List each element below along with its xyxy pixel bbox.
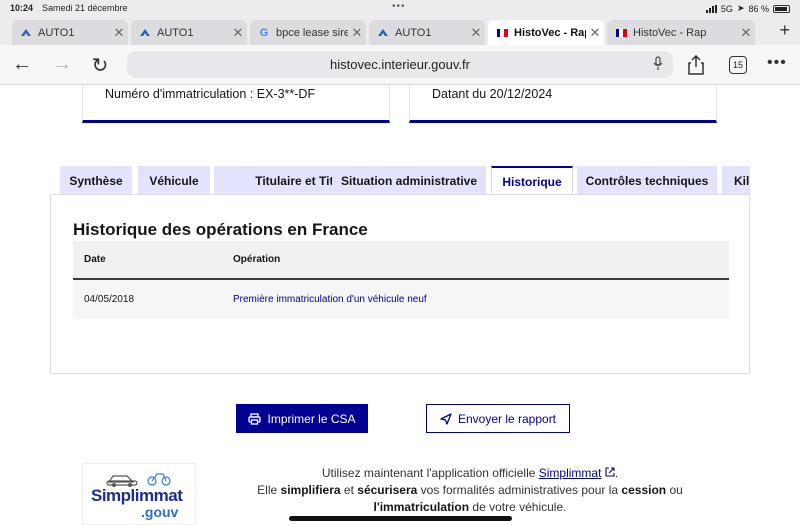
print-csa-button[interactable]: Imprimer le CSA [236, 404, 368, 433]
promo-text: Utilisez maintenant l'application offici… [321, 466, 536, 480]
browser-tab-title: AUTO1 [395, 26, 432, 39]
registration-card: Numéro d'immatriculation : EX-3**-DF [82, 85, 390, 123]
french-flag-icon [496, 27, 508, 39]
signal-icon [705, 4, 717, 13]
promo-emphasis: cession [621, 483, 667, 497]
column-date: Date [84, 254, 106, 265]
tab-kilometrage[interactable]: Kil [722, 166, 750, 195]
auto1-icon [377, 27, 389, 39]
browser-toolbar: ← → ↻ histovec.interieur.gouv.fr 15 ••• [0, 45, 800, 85]
new-tab-icon[interactable]: + [779, 20, 790, 41]
battery-label: 86 % [748, 3, 769, 14]
row-date: 04/05/2018 [84, 294, 135, 305]
close-icon[interactable]: ✕ [110, 25, 128, 41]
history-panel: Historique des opérations en France Date… [50, 194, 750, 374]
google-icon: G [259, 26, 269, 39]
simplimmat-promo: Utilisez maintenant l'application offici… [220, 465, 720, 516]
simplimmat-link[interactable]: Simplimmat [539, 466, 602, 480]
browser-tab[interactable]: G bpce lease sire ✕ [250, 20, 366, 45]
printer-icon [248, 412, 262, 425]
status-date: Samedi 21 décembre [42, 3, 128, 13]
address-bar[interactable]: histovec.interieur.gouv.fr [127, 51, 673, 78]
forward-arrow-icon[interactable]: → [50, 53, 74, 76]
browser-tab-title: HistoVec - Rap [633, 26, 707, 39]
table-header: Date Opération [73, 241, 729, 280]
back-arrow-icon[interactable]: ← [10, 53, 34, 76]
send-icon [440, 412, 452, 425]
promo-text: Elle [257, 483, 278, 497]
location-icon: ➤ [736, 3, 745, 13]
external-link-icon[interactable] [605, 467, 615, 477]
row-operation: Première immatriculation d'un véhicule n… [233, 294, 427, 305]
network-label: 5G [720, 3, 733, 14]
promo-text: et [343, 483, 354, 497]
browser-tab-title: bpce lease sire [276, 26, 348, 39]
status-time: 10:24 [10, 3, 34, 13]
browser-tab[interactable]: AUTO1 ✕ [131, 20, 247, 45]
browser-tab-title: HistoVec - Rap [514, 26, 586, 39]
browser-tab-strip: AUTO1 ✕ AUTO1 ✕ G bpce lease sire ✕ AUTO… [0, 17, 800, 45]
promo-text: de votre véhicule. [472, 500, 567, 514]
close-icon[interactable]: ✕ [467, 25, 485, 41]
microphone-icon[interactable] [653, 56, 663, 72]
close-icon[interactable]: ✕ [229, 25, 247, 41]
french-flag-icon [615, 27, 627, 39]
auto1-icon [139, 27, 151, 39]
browser-tab[interactable]: HistoVec - Rap ✕ [607, 20, 755, 45]
tab-vehicule[interactable]: Véhicule [138, 166, 210, 195]
reload-icon[interactable]: ↻ [88, 53, 112, 78]
auto1-icon [20, 27, 32, 39]
url-text: histovec.interieur.gouv.fr [330, 57, 470, 72]
history-table: Date Opération 04/05/2018 Première immat… [73, 241, 729, 319]
column-operation: Opération [233, 254, 281, 265]
more-icon[interactable]: ••• [767, 54, 787, 72]
promo-text: . [614, 466, 619, 480]
registration-number: Numéro d'immatriculation : EX-3**-DF [105, 87, 316, 101]
multitasking-dots-icon[interactable]: ••• [392, 1, 406, 12]
promo-emphasis: sécurisera [357, 483, 418, 497]
tab-historique[interactable]: Historique [491, 166, 573, 195]
report-tabs: Synthèse Véhicule Titulaire et Titre Sit… [60, 166, 750, 195]
browser-tab-title: AUTO1 [38, 26, 75, 39]
browser-tab[interactable]: AUTO1 ✕ [369, 20, 485, 45]
promo-emphasis: simplifiera [280, 483, 341, 497]
print-csa-label: Imprimer le CSA [267, 411, 356, 426]
promo-text: ou [669, 483, 683, 497]
share-icon[interactable] [688, 55, 704, 75]
tab-synthese[interactable]: Synthèse [60, 166, 132, 195]
logo-word: Simplimmat [91, 486, 183, 505]
tab-count-button[interactable]: 15 [729, 56, 747, 74]
browser-tab[interactable]: AUTO1 ✕ [12, 20, 128, 45]
simplimmat-logo[interactable]: Simplimmat .gouv [82, 463, 196, 525]
tab-controles[interactable]: Contrôles techniques [577, 166, 717, 195]
battery-icon [773, 4, 790, 13]
logo-suffix: .gouv [141, 504, 179, 520]
report-date-card: Datant du 20/12/2024 [409, 85, 717, 123]
promo-text: vos formalités administratives pour la [420, 483, 619, 497]
close-icon[interactable]: ✕ [348, 25, 366, 41]
tab-situation[interactable]: Situation administrative [332, 166, 486, 195]
home-indicator[interactable] [289, 516, 512, 521]
close-icon[interactable]: ✕ [737, 25, 755, 41]
send-report-label: Envoyer le rapport [457, 411, 557, 426]
promo-emphasis: l'immatriculation [373, 500, 470, 514]
motorbike-icon [147, 473, 171, 486]
close-icon[interactable]: ✕ [586, 25, 604, 41]
history-heading: Historique des opérations en France [73, 220, 368, 239]
status-bar: 10:24 Samedi 21 décembre ••• 5G ➤ 86 % [0, 0, 800, 17]
report-date: Datant du 20/12/2024 [432, 87, 553, 101]
table-row: 04/05/2018 Première immatriculation d'un… [73, 280, 729, 319]
browser-tab-title: AUTO1 [157, 26, 194, 39]
browser-tab-active[interactable]: HistoVec - Rap ✕ [488, 20, 604, 45]
send-report-button[interactable]: Envoyer le rapport [426, 404, 570, 433]
